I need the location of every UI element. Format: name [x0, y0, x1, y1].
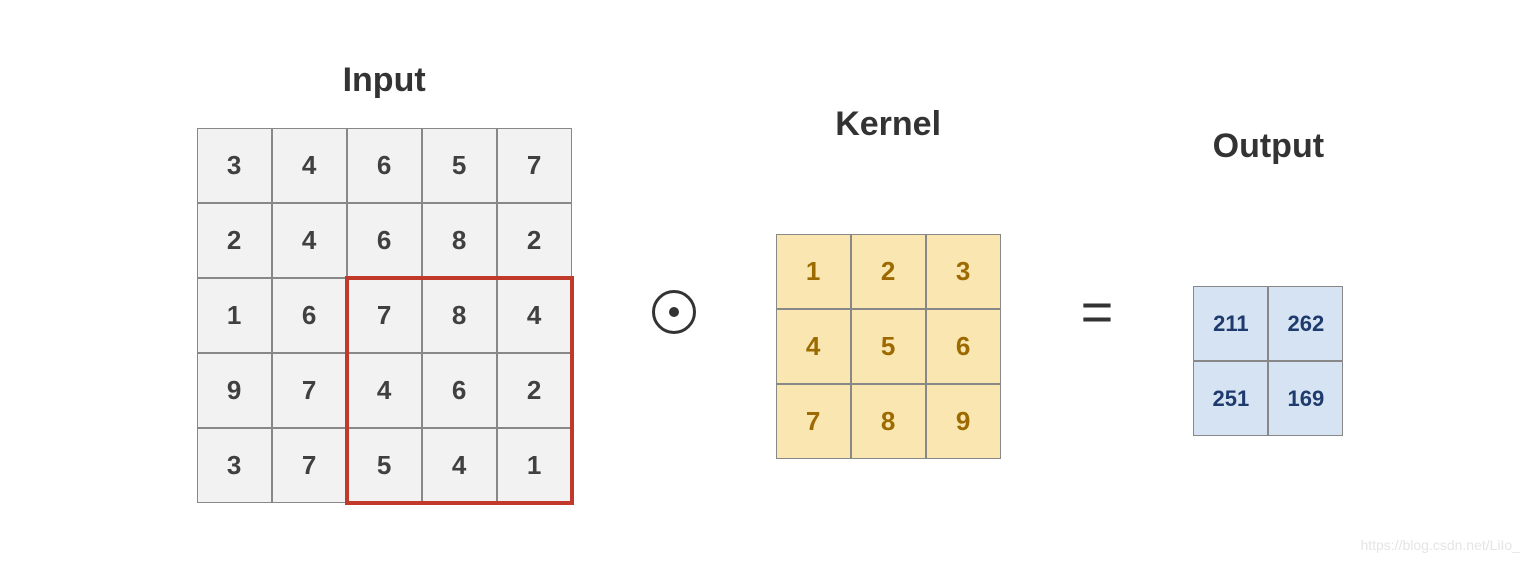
- input-cell: 4: [422, 428, 497, 503]
- watermark: https://blog.csdn.net/LiIo_: [1360, 537, 1520, 553]
- input-cell: 5: [347, 428, 422, 503]
- output-cell: 169: [1268, 361, 1343, 436]
- circle-dot-icon: [652, 290, 696, 334]
- input-cell: 2: [497, 203, 572, 278]
- output-title: Output: [1213, 127, 1324, 166]
- input-cell: 4: [272, 203, 347, 278]
- input-cell: 5: [422, 128, 497, 203]
- input-cell: 3: [197, 128, 272, 203]
- input-cell: 8: [422, 278, 497, 353]
- input-cell: 6: [272, 278, 347, 353]
- input-cell: 9: [197, 353, 272, 428]
- kernel-cell: 7: [776, 384, 851, 459]
- kernel-cell: 9: [926, 384, 1001, 459]
- input-cell: 2: [197, 203, 272, 278]
- input-cell: 8: [422, 203, 497, 278]
- equals-operator: =: [1081, 212, 1114, 412]
- kernel-grid: 1 2 3 4 5 6 7 8 9: [776, 234, 1001, 459]
- kernel-title: Kernel: [835, 105, 941, 144]
- output-grid: 211 262 251 169: [1193, 286, 1343, 436]
- diagram-container: Input 3 4 6 5 7 2 4 6 8 2 1 6 7 8 4 9 7 …: [0, 61, 1540, 503]
- kernel-cell: 3: [926, 234, 1001, 309]
- kernel-cell: 5: [851, 309, 926, 384]
- output-cell: 262: [1268, 286, 1343, 361]
- input-cell: 1: [197, 278, 272, 353]
- input-cell: 4: [347, 353, 422, 428]
- input-cell: 4: [272, 128, 347, 203]
- output-cell: 211: [1193, 286, 1268, 361]
- kernel-section: Kernel 1 2 3 4 5 6 7 8 9: [776, 105, 1001, 459]
- input-grid: 3 4 6 5 7 2 4 6 8 2 1 6 7 8 4 9 7 4 6 2 …: [197, 128, 572, 503]
- input-cell: 3: [197, 428, 272, 503]
- input-cell: 7: [272, 353, 347, 428]
- input-cell: 6: [347, 128, 422, 203]
- input-cell: 6: [347, 203, 422, 278]
- kernel-cell: 6: [926, 309, 1001, 384]
- inner-dot: [669, 307, 679, 317]
- input-section: Input 3 4 6 5 7 2 4 6 8 2 1 6 7 8 4 9 7 …: [197, 61, 572, 503]
- kernel-cell: 1: [776, 234, 851, 309]
- input-title: Input: [343, 61, 426, 100]
- input-cell: 7: [272, 428, 347, 503]
- output-cell: 251: [1193, 361, 1268, 436]
- convolution-operator: [652, 212, 696, 412]
- input-cell: 7: [497, 128, 572, 203]
- kernel-cell: 8: [851, 384, 926, 459]
- kernel-cell: 4: [776, 309, 851, 384]
- input-cell: 1: [497, 428, 572, 503]
- input-cell: 6: [422, 353, 497, 428]
- input-cell: 7: [347, 278, 422, 353]
- kernel-cell: 2: [851, 234, 926, 309]
- input-cell: 2: [497, 353, 572, 428]
- output-section: Output 211 262 251 169: [1193, 127, 1343, 436]
- input-cell: 4: [497, 278, 572, 353]
